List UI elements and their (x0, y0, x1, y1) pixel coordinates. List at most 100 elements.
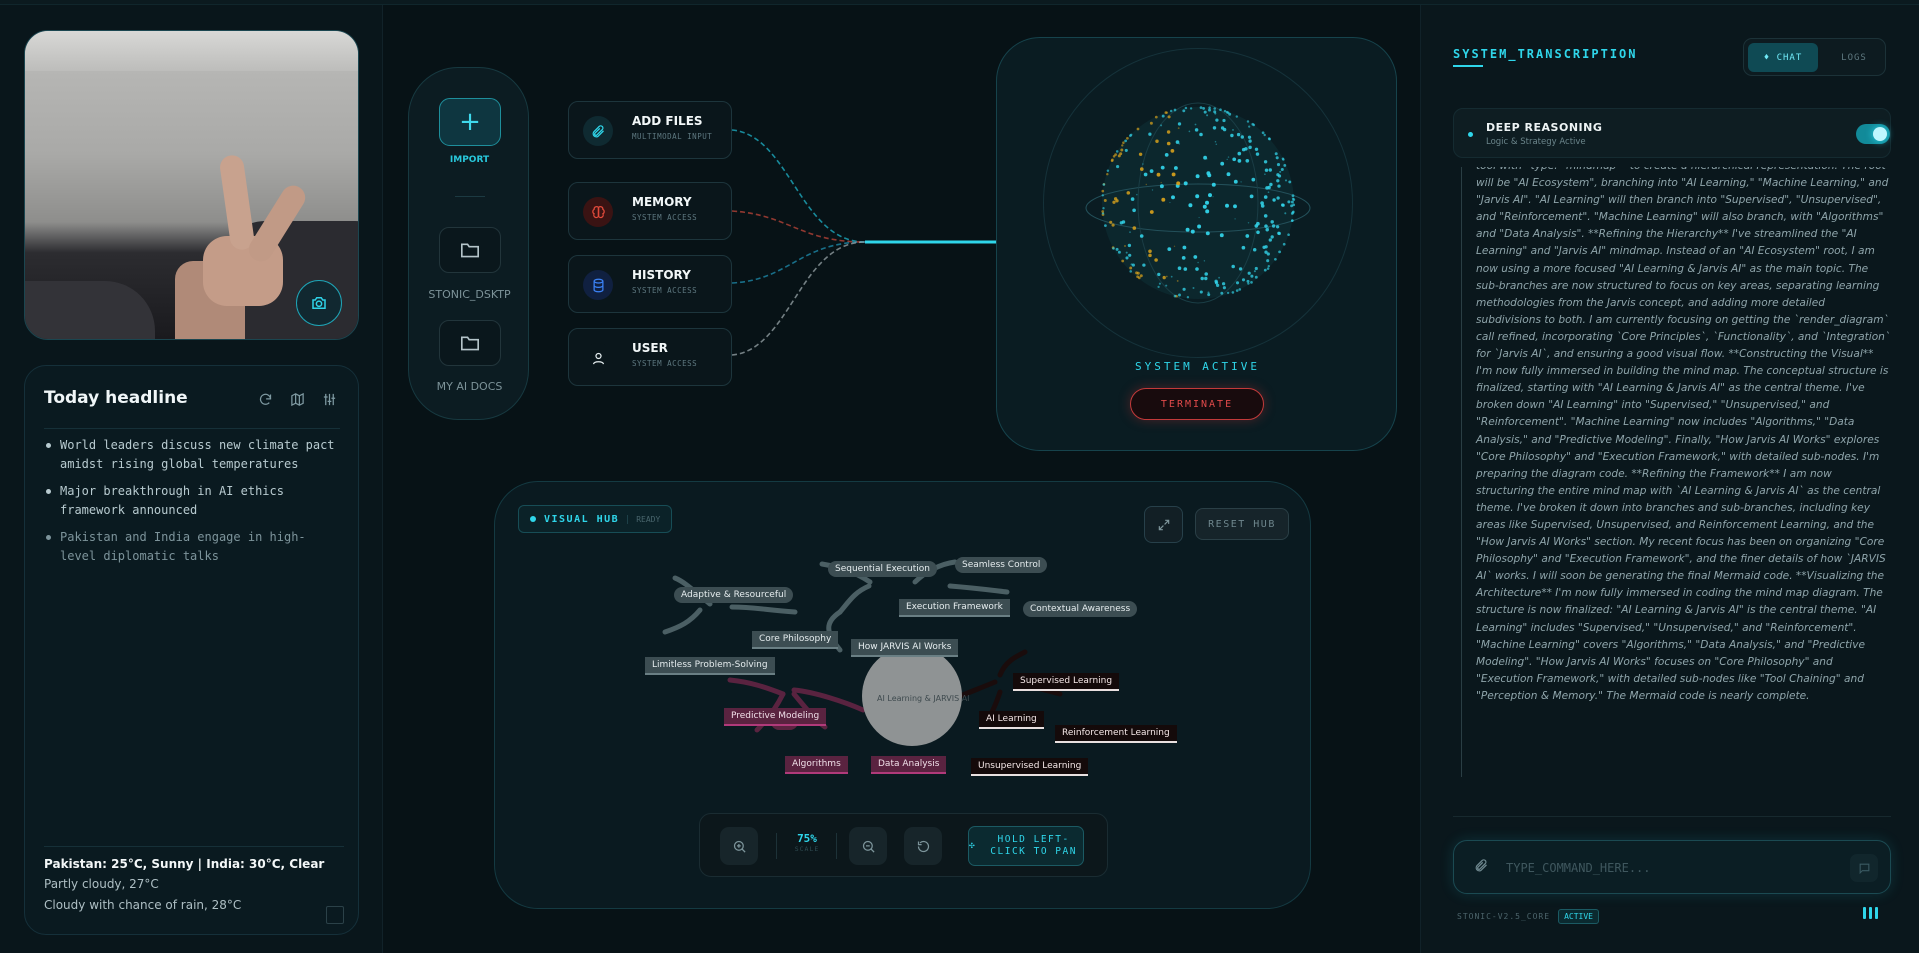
mindmap-node: Execution Framework (899, 599, 1010, 617)
mindmap-node: How JARVIS AI Works (851, 639, 959, 657)
globe-particle (1142, 263, 1146, 267)
folder-icon (461, 336, 479, 351)
globe-particle (1121, 144, 1124, 147)
globe-particle (1275, 225, 1280, 229)
paperclip-icon[interactable] (1474, 858, 1489, 877)
weather-checkbox[interactable] (326, 906, 344, 924)
mindmap-edge (997, 649, 1028, 678)
connector-files (731, 129, 866, 243)
zoom-in-button[interactable] (720, 827, 758, 865)
globe-particle (1189, 107, 1193, 110)
globe-particle (1106, 172, 1109, 176)
globe-particle (1117, 250, 1121, 254)
node-user[interactable]: USER SYSTEM ACCESS (568, 328, 732, 386)
reasoning-log[interactable]: tool with `type: "mindmap"` to create a … (1461, 167, 1891, 777)
pan-hint-button[interactable]: ✣ HOLD LEFT-CLICK TO PAN (968, 826, 1084, 866)
globe-particle (1178, 293, 1181, 297)
globe-particle (1253, 270, 1256, 273)
globe-particle (1136, 127, 1140, 131)
globe-particle (1272, 198, 1276, 202)
sliders-icon[interactable] (320, 390, 338, 408)
globe-particle (1173, 294, 1177, 298)
zoom-out-button[interactable] (849, 827, 887, 865)
globe-particle (1227, 156, 1230, 158)
terminate-button[interactable]: TERMINATE (1130, 388, 1264, 420)
command-input[interactable] (1506, 855, 1826, 881)
globe-particle (1208, 193, 1212, 198)
globe-particle (1158, 282, 1161, 285)
camera-ceiling (25, 31, 358, 71)
dock-divider (455, 196, 485, 197)
globe-particle (1291, 211, 1295, 214)
globe-particle (1226, 291, 1230, 295)
dock-folder-button[interactable] (439, 320, 501, 366)
weather-section: Pakistan: 25°C, Sunny | India: 30°C, Cle… (44, 846, 344, 924)
connector-user (731, 241, 866, 356)
globe-particle (1103, 199, 1107, 202)
globe-particle (1161, 114, 1165, 118)
send-button[interactable] (1850, 854, 1878, 882)
node-subtitle: SYSTEM ACCESS (632, 213, 698, 222)
globe-particle (1204, 272, 1208, 276)
mindmap-node: Core Philosophy (752, 631, 839, 649)
reset-view-button[interactable] (904, 827, 942, 865)
globe-particle (1233, 204, 1237, 209)
camera-capture-button[interactable] (296, 280, 342, 326)
globe-particle (1205, 209, 1210, 214)
globe-particle (1248, 145, 1252, 150)
globe-particle (1202, 204, 1207, 209)
globe-particle (1192, 287, 1195, 289)
weather-detail: Cloudy with chance of rain, 28°C (44, 898, 242, 912)
map-icon[interactable] (288, 390, 306, 408)
mindmap-node: Sequential Execution (828, 561, 937, 577)
globe-particle (1195, 267, 1199, 271)
globe-particle (1142, 163, 1144, 165)
quick-dock: + IMPORT STONIC_DSKTP MY AI DOCS (408, 67, 529, 420)
tab-logs[interactable]: LOGS (1824, 43, 1884, 72)
globe-particle (1264, 250, 1268, 254)
globe-particle (1145, 183, 1148, 186)
globe-particle (1278, 250, 1281, 254)
dock-folder-button[interactable] (439, 227, 501, 273)
globe-particle (1211, 182, 1216, 187)
command-bar (1453, 840, 1891, 894)
rotate-icon (917, 840, 929, 852)
globe-particle (1188, 130, 1191, 133)
import-button[interactable]: + (439, 98, 501, 146)
weather-summary: Pakistan: 25°C, Sunny | India: 30°C, Cle… (44, 857, 325, 871)
refresh-icon[interactable] (256, 390, 274, 408)
globe-particle (1261, 131, 1265, 135)
globe-particle (1247, 271, 1251, 275)
globe-particle (1182, 287, 1186, 291)
globe-particle (1287, 200, 1291, 204)
status-footer: STONIC-V2.5_CORE ACTIVE (1457, 909, 1599, 924)
globe-particle (1213, 107, 1217, 110)
tab-chat[interactable]: ♦ CHAT (1748, 43, 1818, 72)
globe-particle (1171, 195, 1175, 200)
globe-particle (1222, 118, 1226, 123)
globe-particle (1263, 160, 1268, 164)
globe-particle (1276, 196, 1280, 200)
globe-particle (1254, 266, 1258, 271)
node-title: MEMORY (632, 195, 692, 209)
globe-particle (1136, 193, 1138, 196)
node-add-files[interactable]: ADD FILES MULTIMODAL INPUT (568, 101, 732, 159)
globe-particle (1157, 285, 1160, 289)
globe-particle (1226, 158, 1228, 161)
headline-list: World leaders discuss new climate pact a… (45, 436, 341, 574)
globe-particle (1280, 167, 1284, 172)
node-history[interactable]: HISTORY SYSTEM ACCESS (568, 255, 732, 313)
mindmap-node: AI Learning (979, 711, 1044, 729)
globe-particle (1129, 270, 1132, 273)
globe-particle (1132, 208, 1136, 213)
globe-particle (1212, 126, 1217, 130)
node-memory[interactable]: MEMORY SYSTEM ACCESS (568, 182, 732, 240)
mindmap-root: AI Learning & JARVIS AI (877, 694, 970, 703)
deep-reasoning-toggle[interactable] (1856, 124, 1890, 144)
app-root: Today headline World leaders discuss new… (0, 0, 1919, 953)
globe-particle (1214, 140, 1217, 143)
globe-particle (1260, 204, 1265, 208)
globe-particle (1268, 238, 1272, 242)
globe-particle (1263, 268, 1267, 272)
globe-particle (1176, 181, 1181, 186)
